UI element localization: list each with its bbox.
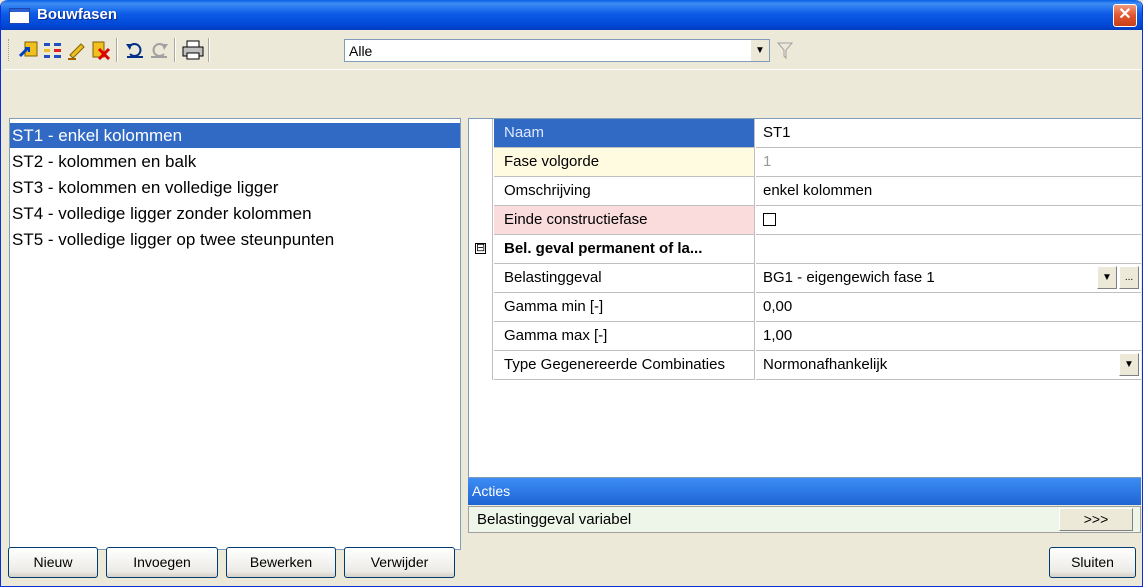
property-label: Belastinggeval xyxy=(494,264,755,293)
filter-combobox-value: Alle xyxy=(349,43,373,59)
property-value-type-combinaties[interactable]: Normonafhankelijk ▼ xyxy=(756,351,1141,380)
property-group-value xyxy=(756,235,1141,264)
filter-combobox[interactable]: Alle ▼ xyxy=(344,39,770,62)
row-gutter xyxy=(469,322,493,351)
property-row-type-gegenereerde-combinaties[interactable]: Type Gegenereerde Combinaties Normonafha… xyxy=(469,351,1141,380)
property-value-gamma-min[interactable]: 0,00 xyxy=(756,293,1141,322)
property-row-belastinggeval[interactable]: Belastinggeval BG1 - eigengewich fase 1 … xyxy=(469,264,1141,293)
row-gutter xyxy=(469,206,493,235)
add-icon[interactable] xyxy=(18,40,40,60)
property-value-gamma-max[interactable]: 1,00 xyxy=(756,322,1141,351)
action-execute-button[interactable]: >>> xyxy=(1059,508,1133,531)
browse-button[interactable]: ... xyxy=(1119,266,1139,289)
list-item[interactable]: ST2 - kolommen en balk xyxy=(10,149,460,174)
belastinggeval-value: BG1 - eigengewich fase 1 xyxy=(763,269,935,286)
toolbar-grip[interactable] xyxy=(8,39,11,61)
chevron-down-icon[interactable]: ▼ xyxy=(1097,266,1117,289)
row-gutter xyxy=(469,119,493,148)
property-label: Omschrijving xyxy=(494,177,755,206)
title-bar[interactable]: Bouwfasen ✕ xyxy=(1,0,1142,30)
close-window-button[interactable]: ✕ xyxy=(1113,4,1137,27)
row-gutter: ⊟ xyxy=(469,235,493,264)
undo-icon[interactable] xyxy=(124,40,146,60)
property-label: Fase volgorde xyxy=(494,148,755,177)
action-row[interactable]: Belastinggeval variabel >>> xyxy=(468,506,1141,533)
property-value-naam[interactable]: ST1 xyxy=(756,119,1141,148)
toolbar-separator xyxy=(174,38,176,62)
edit-icon[interactable] xyxy=(66,40,88,60)
property-value-einde-constructiefase xyxy=(756,206,1141,235)
chevron-down-icon[interactable]: ▼ xyxy=(751,40,769,61)
property-label: Einde constructiefase xyxy=(494,206,755,235)
close-button[interactable]: Sluiten xyxy=(1049,547,1136,578)
property-row-fase-volgorde[interactable]: Fase volgorde 1 xyxy=(469,148,1141,177)
edit-button[interactable]: Bewerken xyxy=(226,547,336,578)
einde-constructiefase-checkbox[interactable] xyxy=(763,213,776,226)
redo-icon xyxy=(148,40,170,60)
filter-icon[interactable] xyxy=(776,40,794,60)
property-row-omschrijving[interactable]: Omschrijving enkel kolommen xyxy=(469,177,1141,206)
property-row-gamma-min[interactable]: Gamma min [-] 0,00 xyxy=(469,293,1141,322)
chevron-down-icon[interactable]: ▼ xyxy=(1119,353,1139,376)
property-row-einde-constructiefase[interactable]: Einde constructiefase xyxy=(469,206,1141,235)
row-gutter xyxy=(469,293,493,322)
property-group-label: Bel. geval permanent of la... xyxy=(494,235,755,264)
toolbar-separator xyxy=(116,38,118,62)
list-item[interactable]: ST3 - kolommen en volledige ligger xyxy=(10,175,460,200)
property-label: Type Gegenereerde Combinaties xyxy=(494,351,755,380)
window-icon xyxy=(10,9,29,23)
row-gutter xyxy=(469,351,493,380)
type-combinaties-value: Normonafhankelijk xyxy=(763,356,888,373)
property-label: Naam xyxy=(494,119,755,148)
property-value-omschrijving[interactable]: enkel kolommen xyxy=(756,177,1141,206)
actions-header: Acties xyxy=(468,478,1141,505)
property-group-bel-geval[interactable]: ⊟ Bel. geval permanent of la... xyxy=(469,235,1141,264)
list-item[interactable]: ST1 - enkel kolommen xyxy=(10,123,460,148)
property-grid: Naam ST1 Fase volgorde 1 Omschrijving en… xyxy=(468,118,1141,478)
delete-icon[interactable] xyxy=(90,40,112,61)
property-label: Gamma min [-] xyxy=(494,293,755,322)
property-row-naam[interactable]: Naam ST1 xyxy=(469,119,1141,148)
list-item[interactable]: ST5 - volledige ligger op twee steunpunt… xyxy=(10,227,460,252)
delete-button[interactable]: Verwijder xyxy=(344,547,455,578)
property-label: Gamma max [-] xyxy=(494,322,755,351)
insert-icon[interactable] xyxy=(42,40,64,60)
new-button[interactable]: Nieuw xyxy=(8,547,98,578)
toolbar-separator xyxy=(208,38,210,62)
toolbar: Alle ▼ xyxy=(4,30,1141,70)
bouwfasen-window: Bouwfasen ✕ Alle ▼ ST1 - enkel kolommen … xyxy=(0,0,1143,587)
phase-list[interactable]: ST1 - enkel kolommen ST2 - kolommen en b… xyxy=(9,118,461,550)
action-label: Belastinggeval variabel xyxy=(477,511,632,528)
collapse-icon[interactable]: ⊟ xyxy=(475,243,486,254)
row-gutter xyxy=(469,148,493,177)
row-gutter xyxy=(469,177,493,206)
property-row-gamma-max[interactable]: Gamma max [-] 1,00 xyxy=(469,322,1141,351)
print-icon[interactable] xyxy=(182,40,204,60)
property-value-belastinggeval[interactable]: BG1 - eigengewich fase 1 ▼ ... xyxy=(756,264,1141,293)
list-item[interactable]: ST4 - volledige ligger zonder kolommen xyxy=(10,201,460,226)
property-value-fase-volgorde: 1 xyxy=(756,148,1141,177)
insert-button[interactable]: Invoegen xyxy=(106,547,218,578)
row-gutter xyxy=(469,264,493,293)
window-title: Bouwfasen xyxy=(37,6,118,23)
